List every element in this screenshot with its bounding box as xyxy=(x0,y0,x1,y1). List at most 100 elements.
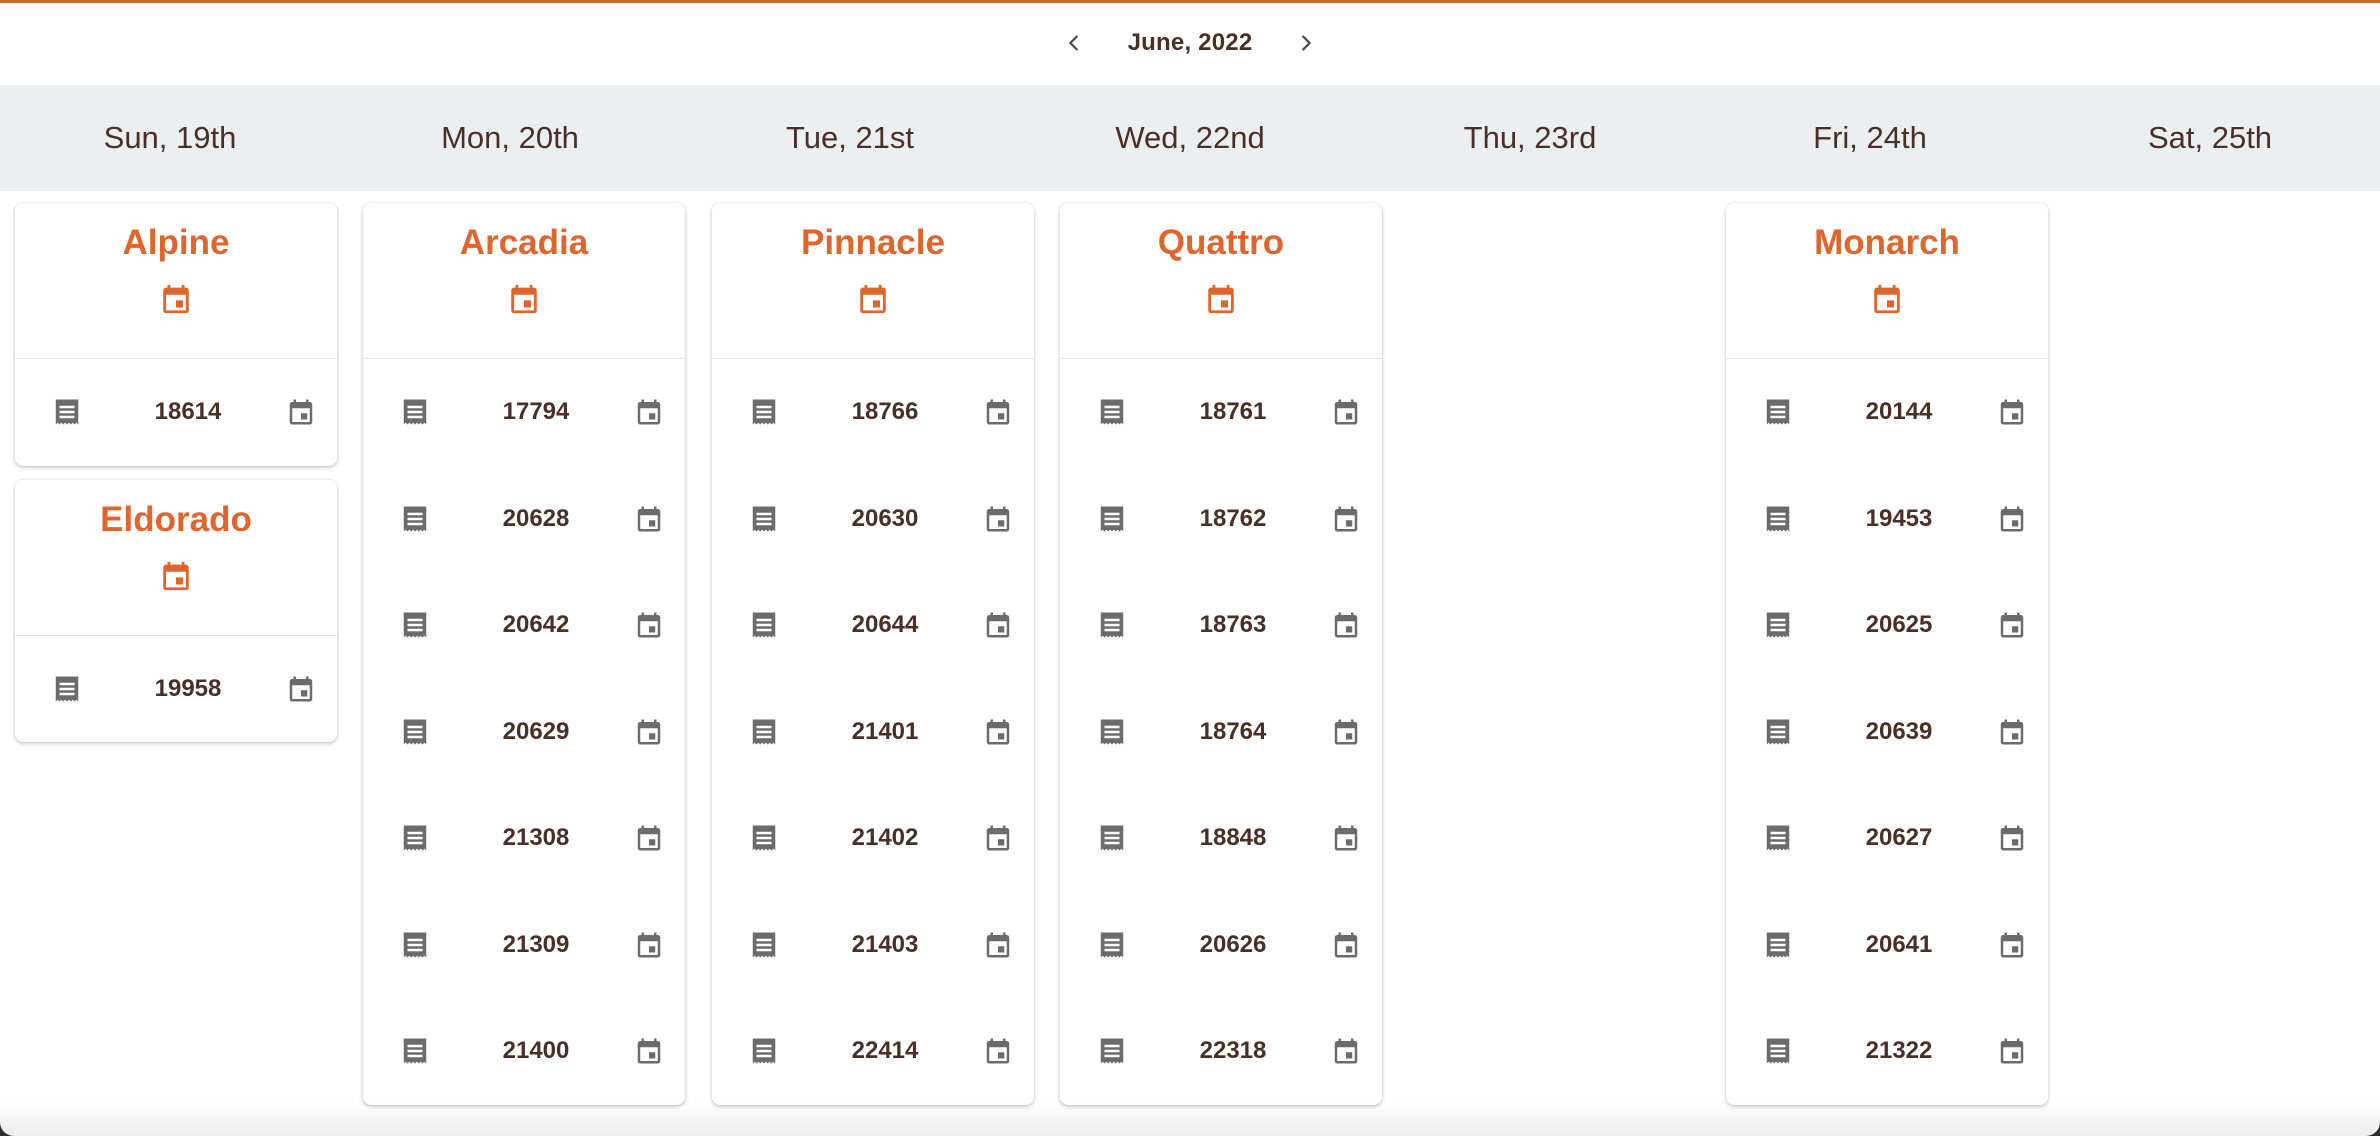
order-number[interactable]: 18762 xyxy=(1130,505,1328,533)
receipt-icon[interactable] xyxy=(1760,820,1796,856)
receipt-icon[interactable] xyxy=(397,714,433,750)
event-icon[interactable] xyxy=(631,1033,667,1069)
receipt-icon[interactable] xyxy=(746,501,782,537)
event-icon[interactable] xyxy=(1994,927,2030,963)
order-number[interactable]: 18764 xyxy=(1130,718,1328,746)
event-icon[interactable] xyxy=(631,394,667,430)
receipt-icon[interactable] xyxy=(746,927,782,963)
event-icon[interactable] xyxy=(980,394,1016,430)
event-icon[interactable] xyxy=(980,714,1016,750)
order-number[interactable]: 22318 xyxy=(1130,1037,1328,1065)
event-icon[interactable] xyxy=(1328,394,1364,430)
event-icon[interactable] xyxy=(1328,501,1364,537)
card-title[interactable]: Monarch xyxy=(1814,223,1960,263)
event-icon[interactable] xyxy=(631,714,667,750)
receipt-icon[interactable] xyxy=(49,394,85,430)
order-number[interactable]: 19958 xyxy=(85,675,283,703)
event-icon[interactable] xyxy=(631,607,667,643)
event-icon[interactable] xyxy=(1328,1033,1364,1069)
receipt-icon[interactable] xyxy=(397,394,433,430)
event-icon[interactable] xyxy=(631,927,667,963)
order-number[interactable]: 21402 xyxy=(782,824,980,852)
event-icon[interactable] xyxy=(631,501,667,537)
event-icon[interactable] xyxy=(853,279,893,319)
receipt-icon[interactable] xyxy=(1094,501,1130,537)
receipt-icon[interactable] xyxy=(1094,714,1130,750)
receipt-icon[interactable] xyxy=(1760,501,1796,537)
event-icon[interactable] xyxy=(1328,607,1364,643)
receipt-icon[interactable] xyxy=(397,1033,433,1069)
event-icon[interactable] xyxy=(980,820,1016,856)
order-number[interactable]: 20625 xyxy=(1796,611,1994,639)
event-icon[interactable] xyxy=(980,1033,1016,1069)
receipt-icon[interactable] xyxy=(746,820,782,856)
order-number[interactable]: 21401 xyxy=(782,718,980,746)
receipt-icon[interactable] xyxy=(1760,714,1796,750)
event-icon[interactable] xyxy=(1867,279,1907,319)
event-icon[interactable] xyxy=(1201,279,1241,319)
order-number[interactable]: 20629 xyxy=(433,718,631,746)
receipt-icon[interactable] xyxy=(1760,927,1796,963)
chevron-right-icon[interactable] xyxy=(1286,23,1326,63)
card-title[interactable]: Alpine xyxy=(123,223,230,263)
event-icon[interactable] xyxy=(283,671,319,707)
order-number[interactable]: 21322 xyxy=(1796,1037,1994,1065)
order-number[interactable]: 20639 xyxy=(1796,718,1994,746)
order-number[interactable]: 18614 xyxy=(85,398,283,426)
event-icon[interactable] xyxy=(1994,1033,2030,1069)
chevron-left-icon[interactable] xyxy=(1054,23,1094,63)
receipt-icon[interactable] xyxy=(1094,607,1130,643)
order-number[interactable]: 17794 xyxy=(433,398,631,426)
event-icon[interactable] xyxy=(1328,927,1364,963)
receipt-icon[interactable] xyxy=(1760,1033,1796,1069)
event-icon[interactable] xyxy=(631,820,667,856)
order-number[interactable]: 20630 xyxy=(782,505,980,533)
event-icon[interactable] xyxy=(504,279,544,319)
receipt-icon[interactable] xyxy=(1094,927,1130,963)
receipt-icon[interactable] xyxy=(397,820,433,856)
event-icon[interactable] xyxy=(156,556,196,596)
order-number[interactable]: 20644 xyxy=(782,611,980,639)
receipt-icon[interactable] xyxy=(746,1033,782,1069)
order-number[interactable]: 20641 xyxy=(1796,931,1994,959)
order-number[interactable]: 18763 xyxy=(1130,611,1328,639)
order-number[interactable]: 20628 xyxy=(433,505,631,533)
order-number[interactable]: 21308 xyxy=(433,824,631,852)
order-number[interactable]: 20144 xyxy=(1796,398,1994,426)
event-icon[interactable] xyxy=(156,279,196,319)
order-number[interactable]: 20627 xyxy=(1796,824,1994,852)
receipt-icon[interactable] xyxy=(49,671,85,707)
receipt-icon[interactable] xyxy=(746,394,782,430)
receipt-icon[interactable] xyxy=(746,714,782,750)
receipt-icon[interactable] xyxy=(1760,607,1796,643)
receipt-icon[interactable] xyxy=(397,927,433,963)
order-number[interactable]: 18766 xyxy=(782,398,980,426)
event-icon[interactable] xyxy=(1994,394,2030,430)
receipt-icon[interactable] xyxy=(1760,394,1796,430)
order-number[interactable]: 21403 xyxy=(782,931,980,959)
event-icon[interactable] xyxy=(1994,820,2030,856)
receipt-icon[interactable] xyxy=(1094,820,1130,856)
event-icon[interactable] xyxy=(1994,714,2030,750)
receipt-icon[interactable] xyxy=(1094,394,1130,430)
card-title[interactable]: Pinnacle xyxy=(801,223,945,263)
event-icon[interactable] xyxy=(1328,714,1364,750)
order-number[interactable]: 20626 xyxy=(1130,931,1328,959)
order-number[interactable]: 22414 xyxy=(782,1037,980,1065)
order-number[interactable]: 19453 xyxy=(1796,505,1994,533)
receipt-icon[interactable] xyxy=(397,501,433,537)
card-title[interactable]: Quattro xyxy=(1158,223,1284,263)
event-icon[interactable] xyxy=(980,607,1016,643)
card-title[interactable]: Eldorado xyxy=(100,500,252,540)
event-icon[interactable] xyxy=(980,501,1016,537)
event-icon[interactable] xyxy=(1994,607,2030,643)
event-icon[interactable] xyxy=(1994,501,2030,537)
receipt-icon[interactable] xyxy=(1094,1033,1130,1069)
card-title[interactable]: Arcadia xyxy=(460,223,588,263)
order-number[interactable]: 21400 xyxy=(433,1037,631,1065)
order-number[interactable]: 20642 xyxy=(433,611,631,639)
order-number[interactable]: 18848 xyxy=(1130,824,1328,852)
receipt-icon[interactable] xyxy=(397,607,433,643)
receipt-icon[interactable] xyxy=(746,607,782,643)
order-number[interactable]: 21309 xyxy=(433,931,631,959)
